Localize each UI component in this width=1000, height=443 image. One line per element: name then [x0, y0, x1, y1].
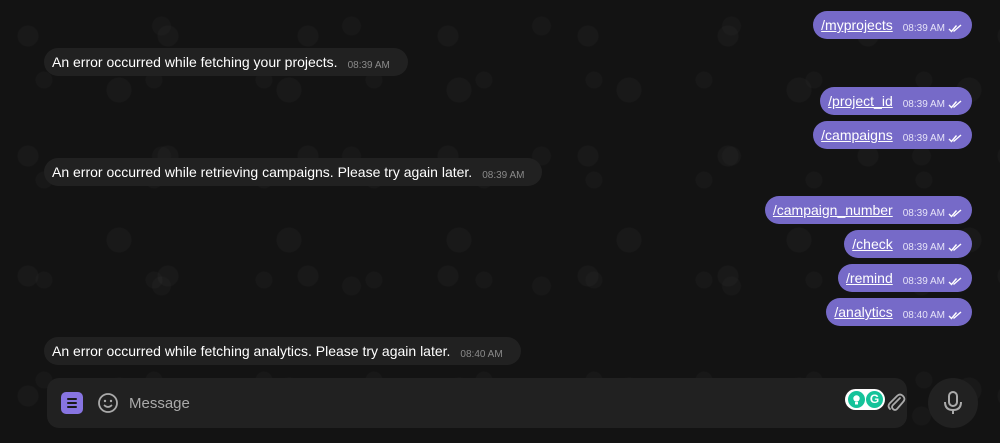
message-time: 08:39 AM [902, 275, 945, 287]
message-time: 08:40 AM [460, 348, 503, 360]
grammarly-extension[interactable]: G [845, 389, 885, 410]
incoming-message: An error occurred while fetching your pr… [44, 48, 408, 76]
outgoing-message: /campaigns 08:39 AM [813, 121, 972, 149]
menu-icon [67, 398, 77, 400]
message-text: An error occurred while retrieving campa… [52, 164, 473, 180]
message-time: 08:39 AM [902, 22, 945, 34]
message-text: An error occurred while fetching your pr… [52, 54, 338, 70]
bot-command-link[interactable]: /campaigns [821, 127, 893, 143]
bot-command-link[interactable]: /analytics [834, 304, 892, 320]
outgoing-message: /remind 08:39 AM [838, 264, 972, 292]
double-check-icon [948, 208, 962, 218]
outgoing-message: /project_id 08:39 AM [820, 87, 972, 115]
outgoing-message: /analytics 08:40 AM [826, 298, 972, 326]
double-check-icon [948, 276, 962, 286]
outgoing-message: /myprojects 08:39 AM [813, 11, 972, 39]
message-composer: G [47, 378, 907, 428]
message-time: 08:40 AM [902, 309, 945, 321]
incoming-message: An error occurred while retrieving campa… [44, 158, 543, 186]
message-time: 08:39 AM [482, 169, 525, 181]
paperclip-icon[interactable] [885, 391, 907, 415]
bot-command-link[interactable]: /campaign_number [773, 202, 893, 218]
smile-icon[interactable] [97, 392, 119, 414]
lightbulb-icon [848, 391, 865, 408]
message-time: 08:39 AM [902, 241, 945, 253]
double-check-icon [948, 133, 962, 143]
outgoing-message: /check 08:39 AM [844, 230, 972, 258]
chat-area: /myprojects 08:39 AM An error occurred w… [0, 0, 1000, 443]
grammarly-icon: G [866, 391, 883, 408]
message-time: 08:39 AM [347, 59, 390, 71]
message-time: 08:39 AM [902, 98, 945, 110]
incoming-message: An error occurred while fetching analyti… [44, 337, 521, 365]
bot-command-link[interactable]: /remind [846, 270, 893, 286]
message-time: 08:39 AM [902, 207, 945, 219]
bot-menu-button[interactable] [61, 392, 83, 414]
bot-command-link[interactable]: /project_id [828, 93, 893, 109]
bot-command-link[interactable]: /myprojects [821, 17, 893, 33]
menu-icon-line [67, 406, 77, 408]
menu-icon-line [67, 402, 77, 404]
microphone-icon [944, 391, 962, 414]
double-check-icon [948, 242, 962, 252]
double-check-icon [948, 23, 962, 33]
message-text: An error occurred while fetching analyti… [52, 343, 451, 359]
outgoing-message: /campaign_number 08:39 AM [764, 196, 972, 224]
message-input[interactable] [129, 378, 829, 428]
double-check-icon [948, 310, 962, 320]
double-check-icon [948, 99, 962, 109]
microphone-button[interactable] [928, 378, 978, 428]
message-time: 08:39 AM [902, 132, 945, 144]
bot-command-link[interactable]: /check [852, 236, 892, 252]
